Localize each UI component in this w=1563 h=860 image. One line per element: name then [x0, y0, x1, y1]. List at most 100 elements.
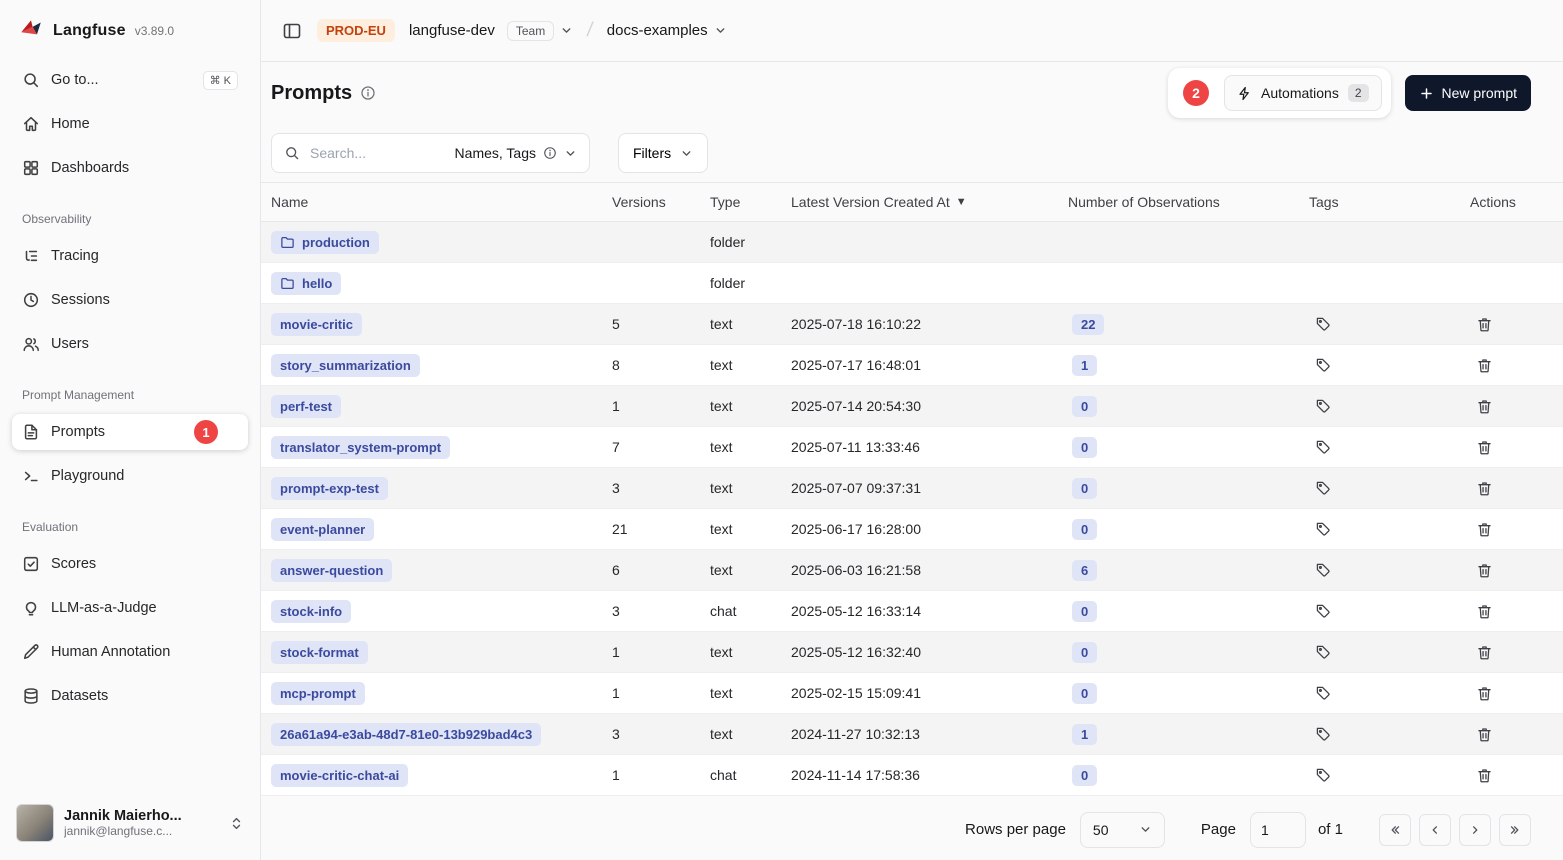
first-page-button[interactable] — [1379, 814, 1411, 846]
table-row[interactable]: prompt-exp-test 3 text 2025-07-07 09:37:… — [261, 468, 1563, 509]
goto-search[interactable]: Go to... ⌘ K — [12, 62, 248, 98]
prompt-name-badge[interactable]: movie-critic — [271, 313, 362, 336]
column-header-versions[interactable]: Versions — [612, 194, 710, 210]
table-row[interactable]: production folder — [261, 222, 1563, 263]
delete-button[interactable] — [1472, 722, 1497, 747]
tag-icon[interactable] — [1311, 558, 1335, 582]
tag-icon[interactable] — [1311, 681, 1335, 705]
search-input[interactable] — [308, 144, 447, 162]
delete-button[interactable] — [1472, 353, 1497, 378]
delete-button[interactable] — [1472, 517, 1497, 542]
name-cell: stock-info — [271, 600, 612, 623]
user-avatar — [16, 804, 54, 842]
automations-button[interactable]: Automations 2 — [1224, 75, 1382, 111]
table-row[interactable]: perf-test 1 text 2025-07-14 20:54:30 0 — [261, 386, 1563, 427]
actions-cell — [1470, 517, 1563, 542]
prompt-name-badge[interactable]: perf-test — [271, 395, 341, 418]
new-prompt-button[interactable]: New prompt — [1405, 75, 1531, 111]
column-header-type[interactable]: Type — [710, 194, 791, 210]
prompt-name-badge[interactable]: mcp-prompt — [271, 682, 365, 705]
tag-icon[interactable] — [1311, 435, 1335, 459]
tag-icon[interactable] — [1311, 599, 1335, 623]
prompt-name-badge[interactable]: stock-info — [271, 600, 351, 623]
page-number-input[interactable] — [1250, 812, 1306, 848]
delete-button[interactable] — [1472, 681, 1497, 706]
sidebar-toggle-button[interactable] — [277, 16, 307, 46]
table-row[interactable]: answer-question 6 text 2025-06-03 16:21:… — [261, 550, 1563, 591]
langfuse-logo-icon — [18, 16, 44, 47]
table-row[interactable]: stock-info 3 chat 2025-05-12 16:33:14 0 — [261, 591, 1563, 632]
table-row[interactable]: event-planner 21 text 2025-06-17 16:28:0… — [261, 509, 1563, 550]
sidebar-item-tracing[interactable]: Tracing — [12, 238, 248, 274]
delete-button[interactable] — [1472, 312, 1497, 337]
created-cell: 2025-07-07 09:37:31 — [791, 480, 1068, 496]
sidebar-item-llm-judge[interactable]: LLM-as-a-Judge — [12, 590, 248, 626]
prompt-name-badge[interactable]: production — [271, 231, 379, 254]
column-header-tags[interactable]: Tags — [1309, 194, 1470, 210]
next-page-button[interactable] — [1459, 814, 1491, 846]
table-row[interactable]: story_summarization 8 text 2025-07-17 16… — [261, 345, 1563, 386]
delete-button[interactable] — [1472, 599, 1497, 624]
prompt-name-badge[interactable]: story_summarization — [271, 354, 420, 377]
org-switcher[interactable]: langfuse-dev Team — [409, 21, 573, 41]
page-label: Page — [1201, 821, 1236, 838]
tag-icon[interactable] — [1311, 763, 1335, 787]
sidebar-item-label: Home — [51, 116, 90, 132]
breadcrumb-separator: / — [586, 19, 595, 42]
prompt-name-badge[interactable]: answer-question — [271, 559, 392, 582]
tag-icon[interactable] — [1311, 312, 1335, 336]
user-menu[interactable]: Jannik Maierho... jannik@langfuse.c... — [12, 796, 248, 850]
delete-button[interactable] — [1472, 476, 1497, 501]
sidebar-item-label: Prompts — [51, 424, 105, 440]
delete-button[interactable] — [1472, 394, 1497, 419]
column-header-observations[interactable]: Number of Observations — [1068, 194, 1309, 210]
sidebar-item-label: Datasets — [51, 688, 108, 704]
previous-page-button[interactable] — [1419, 814, 1451, 846]
table-row[interactable]: mcp-prompt 1 text 2025-02-15 15:09:41 0 — [261, 673, 1563, 714]
sidebar-item-home[interactable]: Home — [12, 106, 248, 142]
prompt-name-badge[interactable]: hello — [271, 272, 341, 295]
delete-button[interactable] — [1472, 435, 1497, 460]
table-row[interactable]: movie-critic 5 text 2025-07-18 16:10:22 … — [261, 304, 1563, 345]
page-header: Prompts 2 Automations 2 New prompt — [261, 62, 1563, 124]
rows-per-page-select[interactable]: 50 — [1080, 812, 1165, 848]
filters-button[interactable]: Filters — [618, 133, 708, 173]
column-header-name[interactable]: Name — [271, 194, 612, 210]
sidebar-item-prompts[interactable]: Prompts 1 — [12, 414, 248, 450]
tag-icon[interactable] — [1311, 353, 1335, 377]
prompt-name-badge[interactable]: prompt-exp-test — [271, 477, 388, 500]
table-row[interactable]: hello folder — [261, 263, 1563, 304]
sidebar-item-dashboards[interactable]: Dashboards — [12, 150, 248, 186]
sidebar-item-scores[interactable]: Scores — [12, 546, 248, 582]
tag-icon[interactable] — [1311, 394, 1335, 418]
tag-icon[interactable] — [1311, 476, 1335, 500]
info-icon[interactable] — [360, 85, 376, 101]
delete-button[interactable] — [1472, 763, 1497, 788]
prompt-name-badge[interactable]: movie-critic-chat-ai — [271, 764, 408, 787]
delete-button[interactable] — [1472, 640, 1497, 665]
prompt-name-badge[interactable]: 26a61a94-e3ab-48d7-81e0-13b929bad4c3 — [271, 723, 541, 746]
project-switcher[interactable]: docs-examples — [607, 22, 727, 39]
sidebar-item-sessions[interactable]: Sessions — [12, 282, 248, 318]
search-scope-dropdown[interactable]: Names, Tags — [455, 145, 577, 161]
table-row[interactable]: translator_system-prompt 7 text 2025-07-… — [261, 427, 1563, 468]
prompt-name-badge[interactable]: stock-format — [271, 641, 368, 664]
tag-icon[interactable] — [1311, 640, 1335, 664]
prompt-name-badge[interactable]: translator_system-prompt — [271, 436, 450, 459]
tag-icon[interactable] — [1311, 517, 1335, 541]
automations-label: Automations — [1261, 85, 1339, 101]
delete-button[interactable] — [1472, 558, 1497, 583]
sidebar-item-datasets[interactable]: Datasets — [12, 678, 248, 714]
last-page-button[interactable] — [1499, 814, 1531, 846]
table-row[interactable]: stock-format 1 text 2025-05-12 16:32:40 … — [261, 632, 1563, 673]
sidebar-item-playground[interactable]: Playground — [12, 458, 248, 494]
prompt-name: hello — [302, 276, 332, 291]
tag-icon[interactable] — [1311, 722, 1335, 746]
table-row[interactable]: 26a61a94-e3ab-48d7-81e0-13b929bad4c3 3 t… — [261, 714, 1563, 755]
prompt-name: prompt-exp-test — [280, 481, 379, 496]
table-row[interactable]: movie-critic-chat-ai 1 chat 2024-11-14 1… — [261, 755, 1563, 796]
prompt-name-badge[interactable]: event-planner — [271, 518, 374, 541]
sidebar-item-human-annotation[interactable]: Human Annotation — [12, 634, 248, 670]
column-header-created[interactable]: Latest Version Created At ▼ — [791, 194, 1068, 210]
sidebar-item-users[interactable]: Users — [12, 326, 248, 362]
